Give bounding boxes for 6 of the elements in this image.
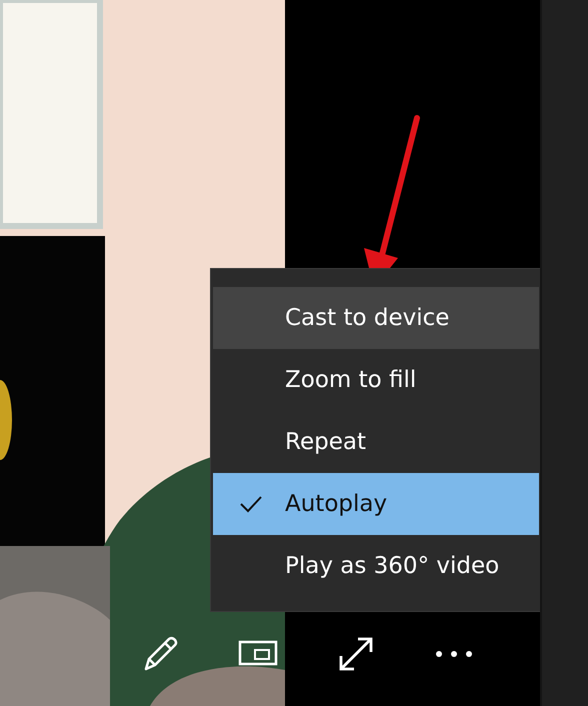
- menu-item[interactable]: Play as 360° video: [213, 535, 539, 597]
- menu-item[interactable]: Cast to device: [213, 287, 539, 349]
- menu-item[interactable]: Autoplay: [213, 473, 539, 535]
- menu-item[interactable]: Repeat: [213, 411, 539, 473]
- checkmark-icon: [239, 495, 263, 513]
- menu-item[interactable]: Zoom to fill: [213, 349, 539, 411]
